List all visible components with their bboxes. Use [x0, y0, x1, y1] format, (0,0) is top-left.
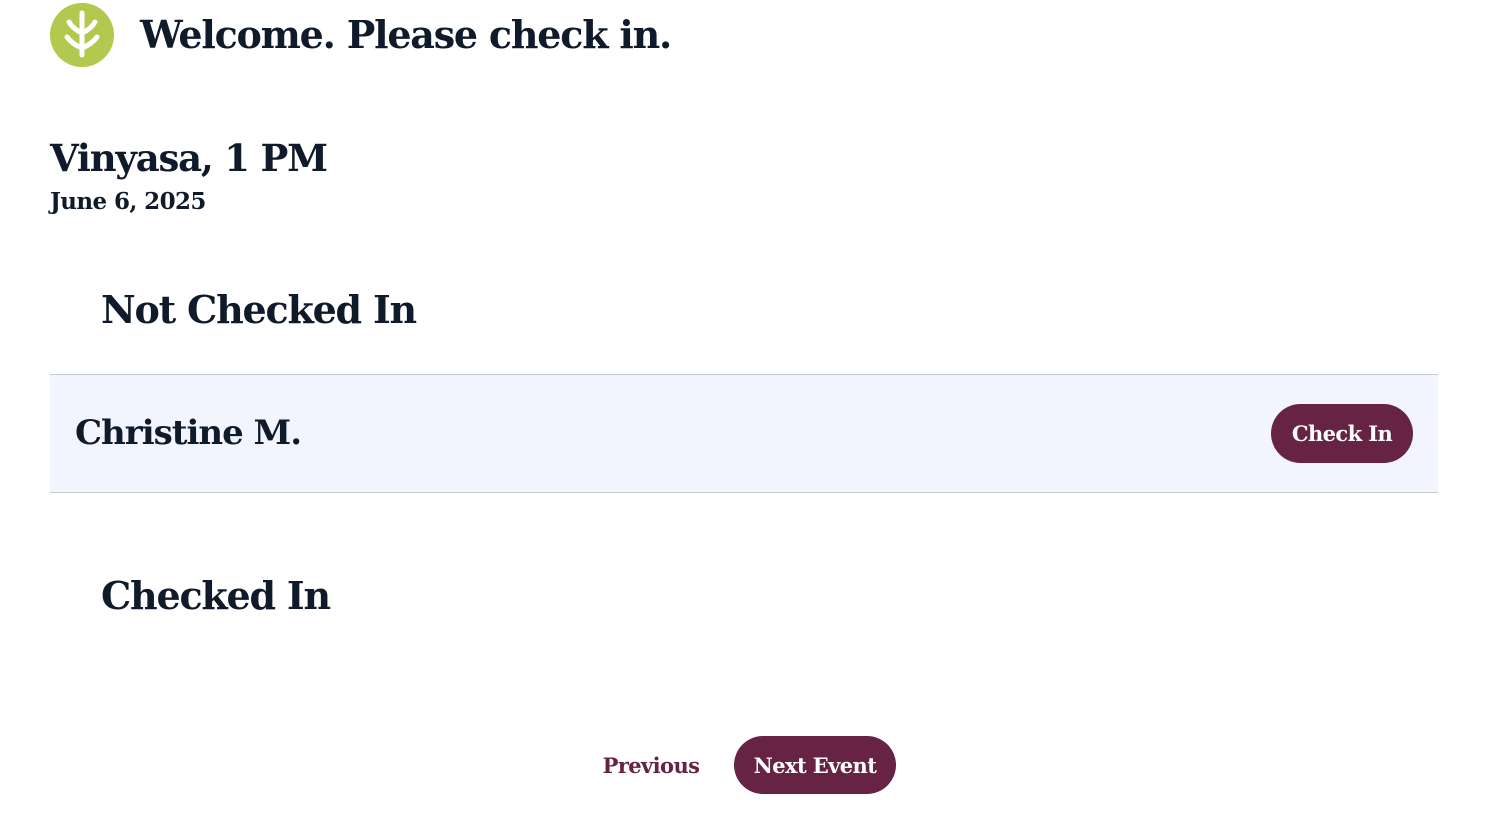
- welcome-heading: Welcome. Please check in.: [140, 12, 672, 57]
- previous-button[interactable]: Previous: [590, 736, 712, 794]
- checked-in-heading: Checked In: [101, 573, 331, 618]
- not-checked-in-heading: Not Checked In: [101, 287, 417, 332]
- event-title: Vinyasa, 1 PM: [50, 136, 328, 180]
- attendee-row: Christine M. Check In: [50, 374, 1438, 493]
- sprout-leaf-icon: [50, 3, 114, 67]
- next-event-button[interactable]: Next Event: [734, 736, 896, 794]
- event-navigation: Previous Next Event: [0, 736, 1488, 794]
- event-date: June 6, 2025: [50, 188, 206, 215]
- page-header: Welcome. Please check in.: [50, 3, 672, 67]
- check-in-button[interactable]: Check In: [1271, 404, 1413, 463]
- attendee-name: Christine M.: [75, 413, 302, 453]
